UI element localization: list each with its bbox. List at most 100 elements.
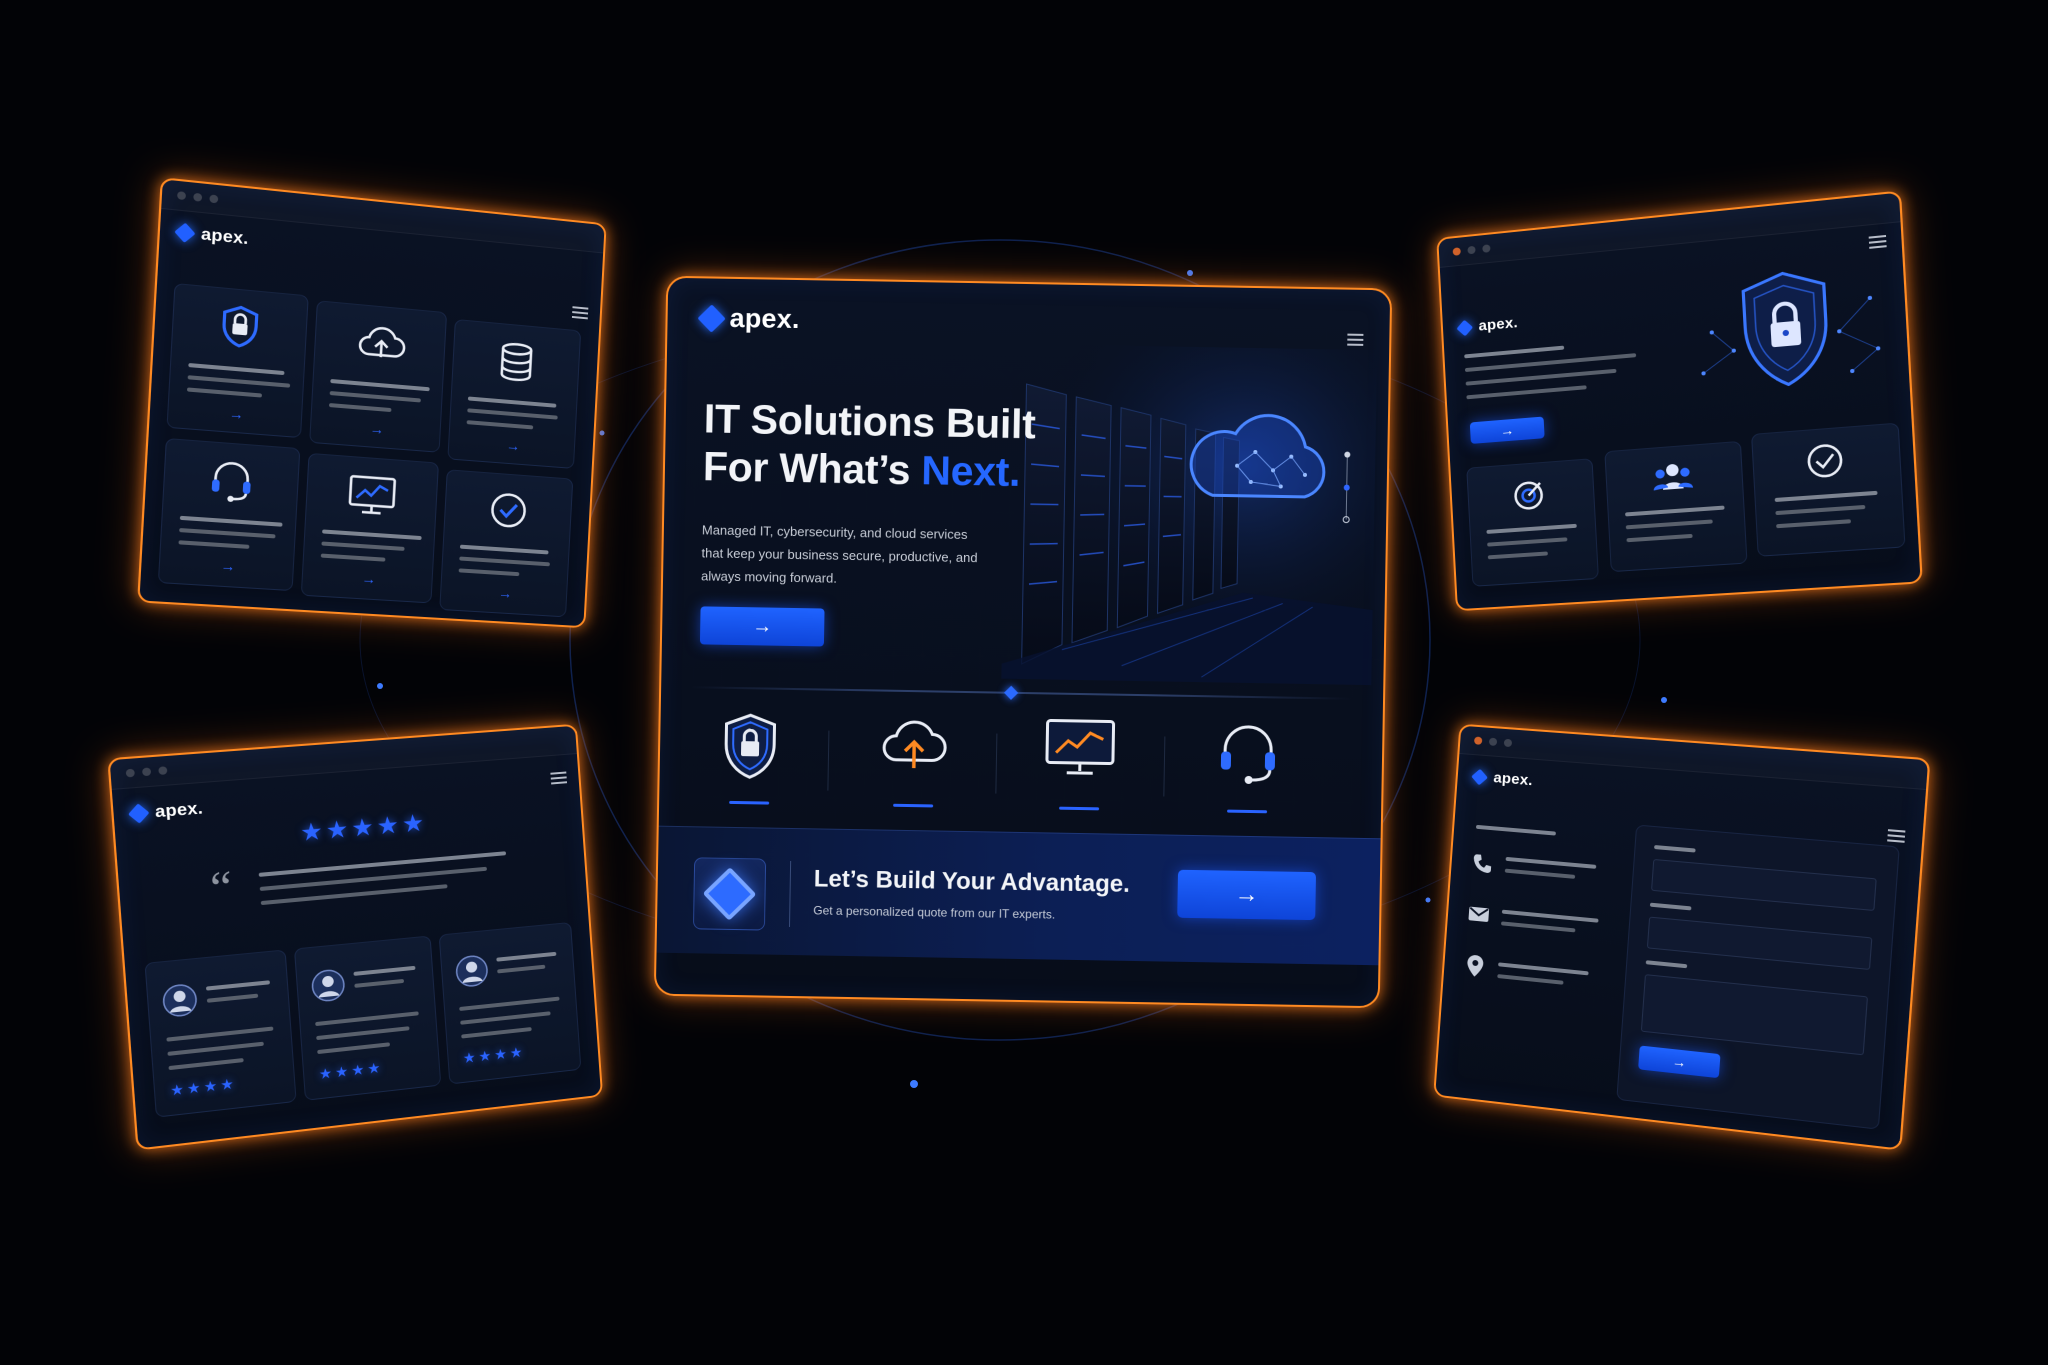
showcase-stage: apex. → → → → → → apex. ★★★★★ “ ★★★★ ★★★…	[0, 0, 2048, 1365]
brand-name: apex.	[1493, 769, 1533, 789]
window-dot	[177, 191, 186, 200]
service-support[interactable]	[1207, 719, 1288, 800]
feature-card[interactable]	[1604, 441, 1747, 572]
service-card[interactable]: →	[301, 453, 439, 604]
brand-name: apex.	[729, 303, 800, 335]
shield-lock-icon	[1688, 256, 1888, 429]
database-icon	[497, 340, 535, 384]
service-underline	[729, 801, 769, 805]
window-dot	[1474, 736, 1482, 744]
location-pin-icon	[1465, 953, 1485, 983]
hero-subtitle: Managed IT, cybersecurity, and cloud ser…	[701, 518, 982, 592]
brand-logo[interactable]: apex.	[130, 798, 203, 824]
email-field[interactable]	[1647, 917, 1873, 970]
monitor-chart-icon	[1042, 716, 1117, 797]
name-field[interactable]	[1651, 859, 1877, 911]
cta-title: Let’s Build Your Advantage.	[814, 865, 1130, 899]
card-stars: ★★★★	[170, 1075, 238, 1100]
submit-button[interactable]: →	[1638, 1045, 1720, 1078]
service-card[interactable]: →	[439, 469, 573, 617]
quote-mark: “	[208, 859, 234, 915]
service-underline	[1059, 807, 1099, 811]
avatar-icon	[453, 953, 490, 995]
menu-icon[interactable]	[1887, 829, 1905, 843]
card-stars: ★★★★	[318, 1059, 384, 1083]
diamond-logo-icon	[1471, 768, 1488, 785]
arrow-icon: →	[369, 420, 384, 437]
shield-lock-icon	[719, 711, 780, 792]
avatar-icon	[309, 967, 347, 1010]
window-dot	[158, 766, 167, 775]
section-divider	[691, 686, 1351, 700]
get-quote-button[interactable]: →	[1177, 870, 1316, 920]
brand-logo[interactable]: apex.	[177, 222, 249, 249]
diamond-logo-icon	[174, 223, 195, 243]
arrow-icon: →	[498, 585, 513, 602]
menu-icon[interactable]	[1869, 235, 1887, 249]
service-card[interactable]: →	[447, 319, 581, 469]
brand-logo[interactable]: apex.	[1458, 314, 1518, 336]
service-card[interactable]: →	[309, 300, 447, 453]
shield-lock-icon	[217, 302, 262, 350]
service-underline	[1227, 810, 1267, 814]
check-circle-icon	[487, 489, 529, 531]
hero-title-line2-text: For What’s	[703, 443, 922, 493]
service-separator	[995, 734, 997, 794]
menu-icon[interactable]	[550, 772, 567, 785]
cta-banner: Let’s Build Your Advantage. Get a person…	[657, 826, 1381, 966]
server-cloud-illustration	[1001, 344, 1377, 685]
arrow-icon: →	[361, 570, 376, 587]
testimonial-card: ★★★★	[144, 949, 296, 1117]
arrow-icon: →	[506, 437, 521, 454]
mail-icon	[1467, 905, 1490, 929]
contact-window: apex. →	[1433, 724, 1930, 1151]
service-cloud[interactable]	[873, 713, 954, 794]
message-field[interactable]	[1641, 974, 1868, 1055]
brand-logo[interactable]: apex.	[701, 302, 800, 335]
headset-icon	[207, 457, 256, 505]
contact-form: →	[1616, 825, 1900, 1130]
menu-icon[interactable]	[572, 306, 588, 319]
target-icon	[1510, 477, 1548, 520]
window-dot	[142, 767, 151, 776]
arrow-icon: →	[228, 405, 244, 422]
window-dot	[1467, 246, 1475, 255]
service-card[interactable]: →	[158, 438, 301, 591]
window-dot	[1489, 738, 1497, 746]
cloud-upload-icon	[355, 321, 409, 365]
window-dot	[1504, 739, 1513, 747]
monitor-chart-icon	[346, 473, 398, 518]
brand-logo[interactable]: apex.	[1473, 768, 1533, 789]
avatar-icon	[160, 981, 200, 1024]
brand-name: apex.	[200, 224, 249, 249]
window-dot	[1482, 244, 1490, 253]
service-separator	[827, 731, 829, 791]
check-circle-icon	[1804, 440, 1847, 487]
window-dot	[193, 193, 202, 202]
service-monitoring[interactable]	[1039, 716, 1120, 797]
hero-title-line2: For What’s Next.	[703, 442, 1035, 496]
diamond-logo-icon	[697, 304, 725, 332]
arrow-icon: →	[220, 557, 236, 574]
cta-logo	[693, 857, 766, 930]
learn-more-button[interactable]: →	[1470, 417, 1545, 444]
service-underline	[893, 804, 933, 808]
service-card[interactable]: →	[166, 283, 308, 438]
feature-card[interactable]	[1466, 458, 1599, 587]
feature-card[interactable]	[1751, 423, 1906, 557]
brand-name: apex.	[1478, 314, 1518, 334]
diamond-logo-icon	[128, 803, 150, 823]
brand-name: apex.	[154, 798, 203, 822]
window-dot	[1453, 247, 1461, 256]
testimonial-card: ★★★★	[439, 922, 582, 1085]
window-dot	[209, 194, 218, 203]
menu-icon[interactable]	[1347, 334, 1363, 346]
cta-subtitle: Get a personalized quote from our IT exp…	[813, 903, 1055, 921]
testimonial-card: ★★★★	[294, 935, 441, 1100]
security-window: apex. →	[1436, 190, 1923, 611]
diamond-logo-icon	[703, 867, 757, 921]
hero-title-line1: IT Solutions Built	[703, 394, 1035, 448]
window-dot	[126, 769, 135, 778]
hero-cta-button[interactable]: →	[700, 606, 825, 646]
service-security[interactable]	[709, 711, 790, 792]
